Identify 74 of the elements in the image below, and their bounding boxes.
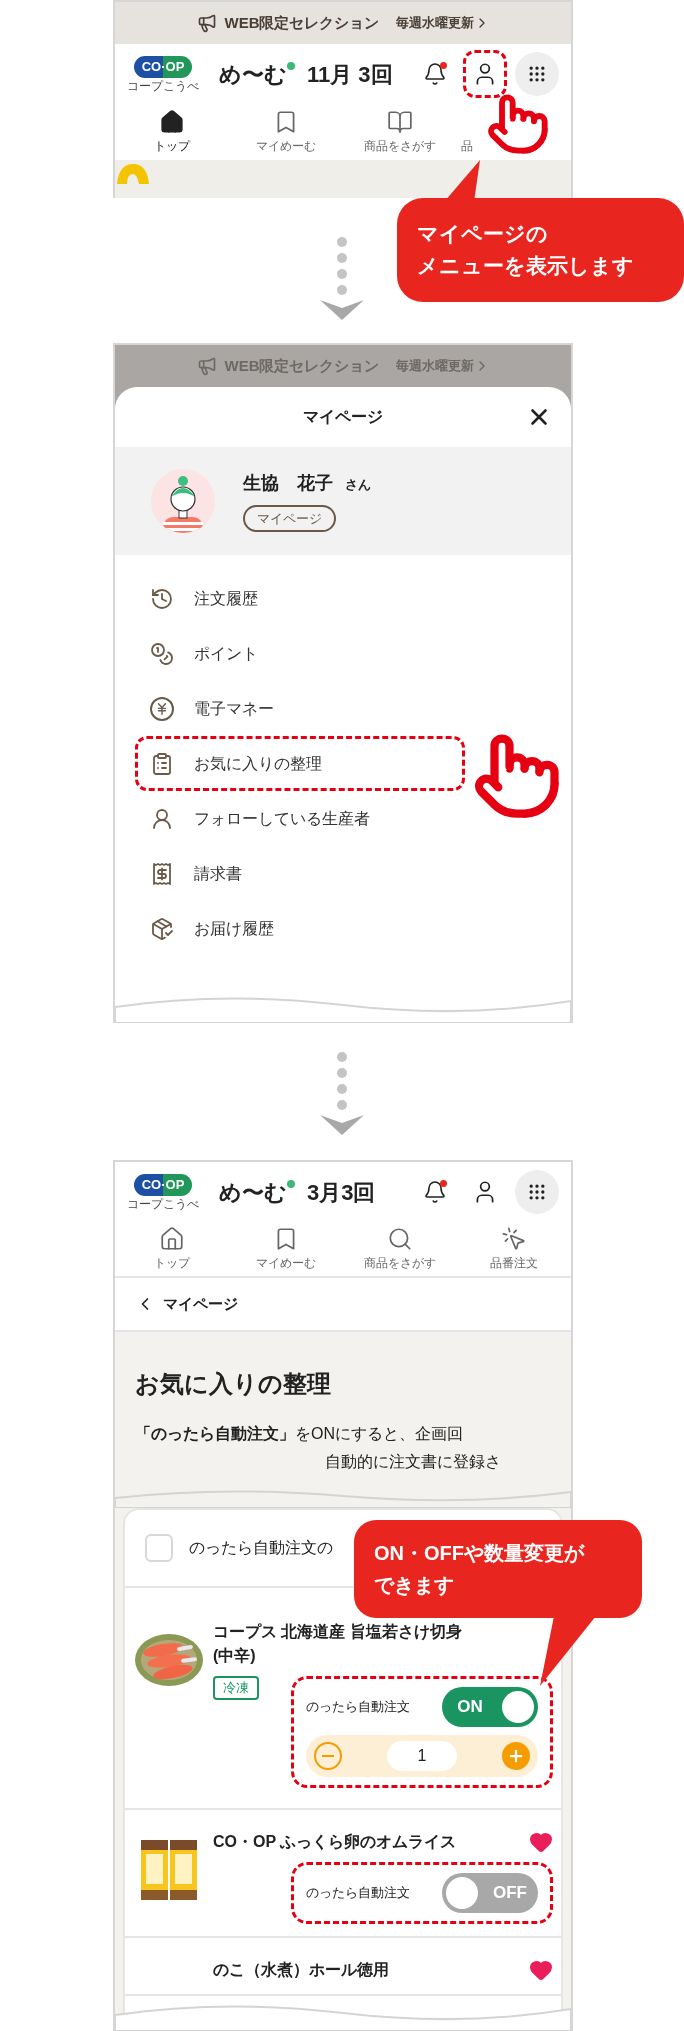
receipt-icon [150,861,174,886]
callout-text: できます [374,1573,455,1598]
menu-item[interactable]: 注文履歴 [135,571,465,626]
auto-order-label: のったら自動注文 [306,1698,410,1717]
house-icon [159,1226,185,1252]
coins-icon [150,641,174,666]
select-all-label: のったら自動注文の [189,1538,333,1558]
intro-text: 自動的に注文書に登録さ [324,1452,502,1472]
nav-tab[interactable]: 品 [457,104,571,160]
nav-tab[interactable]: トップ [115,1222,229,1276]
menu-button[interactable] [515,1170,559,1214]
toggle-switch[interactable]: ON [442,1687,538,1727]
callout-text: マイページの [417,221,549,247]
app-name: め〜む [219,1178,287,1207]
house-icon [159,109,185,135]
product-name: コープス 北海道産 旨塩若さけ切身 (中辛) [213,1622,463,1666]
page-title: お気に入りの整理 [135,1369,332,1399]
frozen-tag: 冷凍 [213,1676,259,1700]
bell-icon [423,62,447,86]
person-icon [150,806,174,831]
heart-icon[interactable] [529,1830,553,1854]
search-icon [387,1226,413,1252]
callout-text: メニューを表示します [417,253,635,279]
weekly-update-link[interactable]: 毎週水曜更新 [395,13,490,33]
nav-tab[interactable]: マイめーむ [229,104,343,160]
yen-coin-icon [150,696,174,721]
menu-item[interactable]: フォローしている生産者 [135,791,465,846]
app-name: め〜む [219,60,287,89]
menu-item[interactable]: ポイント [135,626,465,681]
auto-order-label: のったら自動注文 [306,1884,410,1903]
package-check-icon [150,916,174,941]
logo-caption: コープこうべ [127,1196,199,1211]
grid-icon [527,1182,547,1202]
minus-icon [322,1755,334,1757]
grid-icon [527,64,547,84]
menu-item[interactable]: お届け履歴 [135,901,465,956]
period-label: 3月3回 [307,1178,376,1207]
nav-tab[interactable]: マイめーむ [229,1222,343,1276]
logo: CO·OP [133,1173,193,1196]
megaphone-icon [196,13,217,33]
product-name: のこ（水煮）ホール徳用 [213,1960,390,1980]
menu-item[interactable]: 請求書 [135,846,465,901]
user-name: 生協 花子 [243,471,333,495]
nav-tab[interactable]: 品番注文 [457,1222,571,1276]
bell-icon [423,1180,447,1204]
history-icon [150,586,174,611]
mypage-button[interactable]: マイページ [243,504,336,533]
banner-text: WEB限定セレクション [224,12,380,33]
nav-tab[interactable]: トップ [115,104,229,160]
megaphone-icon [196,356,217,376]
callout-text: ON・OFFや数量変更が [374,1541,586,1566]
cursor-click-icon [501,1226,527,1252]
nav-tab[interactable]: 商品をさがす [343,104,457,160]
menu-item[interactable]: お気に入りの整理 [135,736,465,791]
select-all-checkbox[interactable] [145,1534,173,1562]
plus-icon [507,1747,525,1765]
menu-item[interactable]: 電子マネー [135,681,465,736]
intro-text: 「のったら自動注文」をONにすると、企画回 [135,1424,464,1444]
nav-tab[interactable]: 商品をさがす [343,1222,457,1276]
quantity-value: 1 [387,1741,457,1771]
product-name: CO・OP ふっくら卵のオムライス [213,1832,458,1852]
pointing-hand-icon [486,92,550,156]
honorific: さん [345,475,371,494]
sheet-title: マイページ [303,407,383,427]
logo-caption: コープこうべ [127,78,199,93]
pointing-hand-icon [472,731,562,821]
heart-icon[interactable] [529,1958,553,1982]
avatar [151,469,215,533]
clipboard-icon [150,751,174,776]
menu-button[interactable] [515,52,559,96]
banner-text: WEB限定セレクション [224,355,380,376]
logo: CO·OP [133,55,193,78]
period-label: 11月 3回 [307,60,393,89]
book-icon [387,109,413,135]
